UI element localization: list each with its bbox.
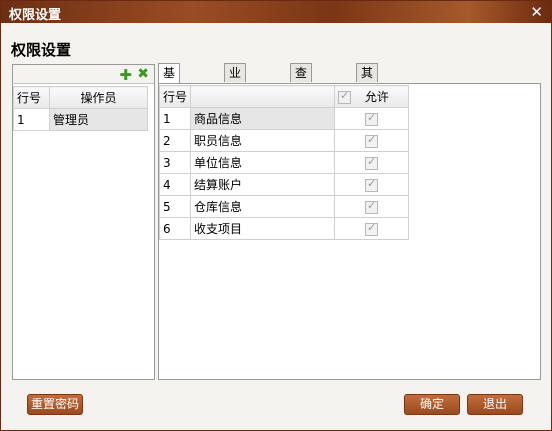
- reset-password-button[interactable]: 重置密码: [27, 394, 83, 415]
- table-row[interactable]: 3 单位信息: [158, 151, 410, 174]
- table-row[interactable]: 4 结算账户: [158, 173, 410, 196]
- row-no-cell: 6: [158, 217, 192, 240]
- tab-basic-data[interactable]: 基本资料: [158, 63, 181, 134]
- page-title: 权限设置: [11, 41, 72, 59]
- row-no-cell: 5: [158, 195, 192, 218]
- plus-icon[interactable]: ✚: [119, 66, 132, 84]
- window-title: 权限设置: [9, 8, 62, 23]
- tab-query-reports[interactable]: 查询报表: [290, 63, 313, 134]
- col-header-row-no: 行号: [13, 86, 50, 109]
- permission-name-cell[interactable]: 结算账户: [190, 173, 336, 196]
- row-no-cell: 1: [13, 108, 50, 131]
- row-no-cell: 3: [158, 151, 192, 174]
- operator-toolbar: ✚ ✖: [13, 65, 154, 84]
- tab-other[interactable]: 其它: [356, 63, 379, 98]
- title-bar: 权限设置 ✕: [1, 1, 551, 23]
- permissions-dialog: 权限设置 ✕ 权限设置 ✚ ✖ 行号 操作员 1 管理员 基本资料 业务单据 查…: [0, 0, 552, 431]
- allow-label: 允许: [364, 90, 389, 104]
- permission-name-cell[interactable]: 仓库信息: [190, 195, 336, 218]
- allow-checkbox[interactable]: [365, 177, 379, 192]
- allow-checkbox[interactable]: [365, 111, 379, 126]
- permission-panel: 行号 允许 1 商品信息 2 职员信息 3 单位信息: [158, 83, 541, 380]
- col-header-operator: 操作员: [49, 86, 148, 109]
- allow-cell: [334, 173, 410, 196]
- table-row[interactable]: 6 收支项目: [158, 217, 410, 240]
- allow-cell: [334, 107, 410, 130]
- table-row[interactable]: 1 商品信息: [158, 107, 410, 130]
- allow-checkbox[interactable]: [365, 155, 379, 170]
- permission-table: 行号 允许 1 商品信息 2 职员信息 3 单位信息: [158, 85, 410, 240]
- table-row[interactable]: 1 管理员: [13, 108, 148, 131]
- col-header-allow: 允许: [334, 85, 410, 108]
- permission-table-header: 行号 允许: [158, 85, 410, 108]
- operator-panel: ✚ ✖ 行号 操作员 1 管理员: [12, 64, 155, 380]
- operator-name-cell[interactable]: 管理员: [49, 108, 148, 131]
- permission-name-cell[interactable]: 单位信息: [190, 151, 336, 174]
- col-header-row-no: 行号: [158, 85, 192, 108]
- allow-checkbox[interactable]: [365, 199, 379, 214]
- allow-cell: [334, 195, 410, 218]
- col-header-name: [190, 85, 336, 108]
- table-row[interactable]: 2 职员信息: [158, 129, 410, 152]
- row-no-cell: 1: [158, 107, 192, 130]
- x-icon[interactable]: ✖: [137, 66, 149, 82]
- ok-button[interactable]: 确定: [404, 394, 460, 415]
- tab-business-docs[interactable]: 业务单据: [224, 63, 247, 134]
- row-no-cell: 2: [158, 129, 192, 152]
- permission-name-cell[interactable]: 商品信息: [190, 107, 336, 130]
- exit-button[interactable]: 退出: [467, 394, 523, 415]
- row-no-cell: 4: [158, 173, 192, 196]
- operator-table: 行号 操作员 1 管理员: [13, 86, 148, 131]
- allow-cell: [334, 151, 410, 174]
- operator-table-header: 行号 操作员: [13, 86, 148, 109]
- allow-cell: [334, 129, 410, 152]
- allow-checkbox[interactable]: [365, 133, 379, 148]
- table-row[interactable]: 5 仓库信息: [158, 195, 410, 218]
- allow-cell: [334, 217, 410, 240]
- close-icon[interactable]: ✕: [530, 3, 543, 21]
- select-all-checkbox[interactable]: [338, 89, 352, 104]
- allow-checkbox[interactable]: [365, 221, 379, 236]
- permission-name-cell[interactable]: 职员信息: [190, 129, 336, 152]
- permission-name-cell[interactable]: 收支项目: [190, 217, 336, 240]
